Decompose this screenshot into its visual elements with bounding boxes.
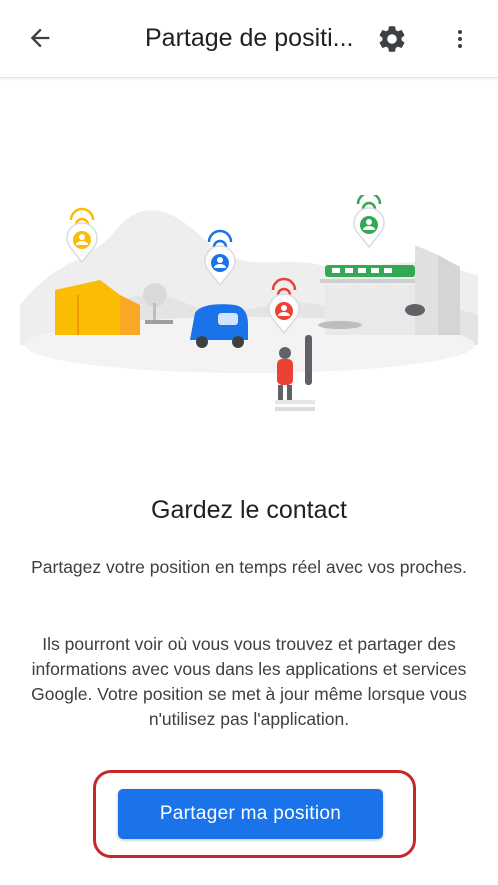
share-location-button[interactable]: Partager ma position (118, 789, 383, 839)
location-sharing-illustration (20, 195, 478, 411)
settings-button[interactable] (372, 19, 412, 59)
arrow-back-icon (30, 28, 50, 48)
section-heading: Gardez le contact (151, 496, 347, 524)
app-bar: Partage de positi... (0, 0, 498, 78)
gear-icon (379, 26, 405, 52)
more-options-button[interactable] (442, 19, 478, 59)
more-vert-icon (458, 30, 462, 48)
details-text: Ils pourront voir où vous vous trouvez e… (31, 634, 467, 729)
back-button[interactable] (22, 20, 58, 56)
page-title: Partage de positi... (145, 24, 354, 52)
description-text: Partagez votre position en temps réel av… (31, 557, 467, 577)
location-pin-green (353, 195, 385, 249)
